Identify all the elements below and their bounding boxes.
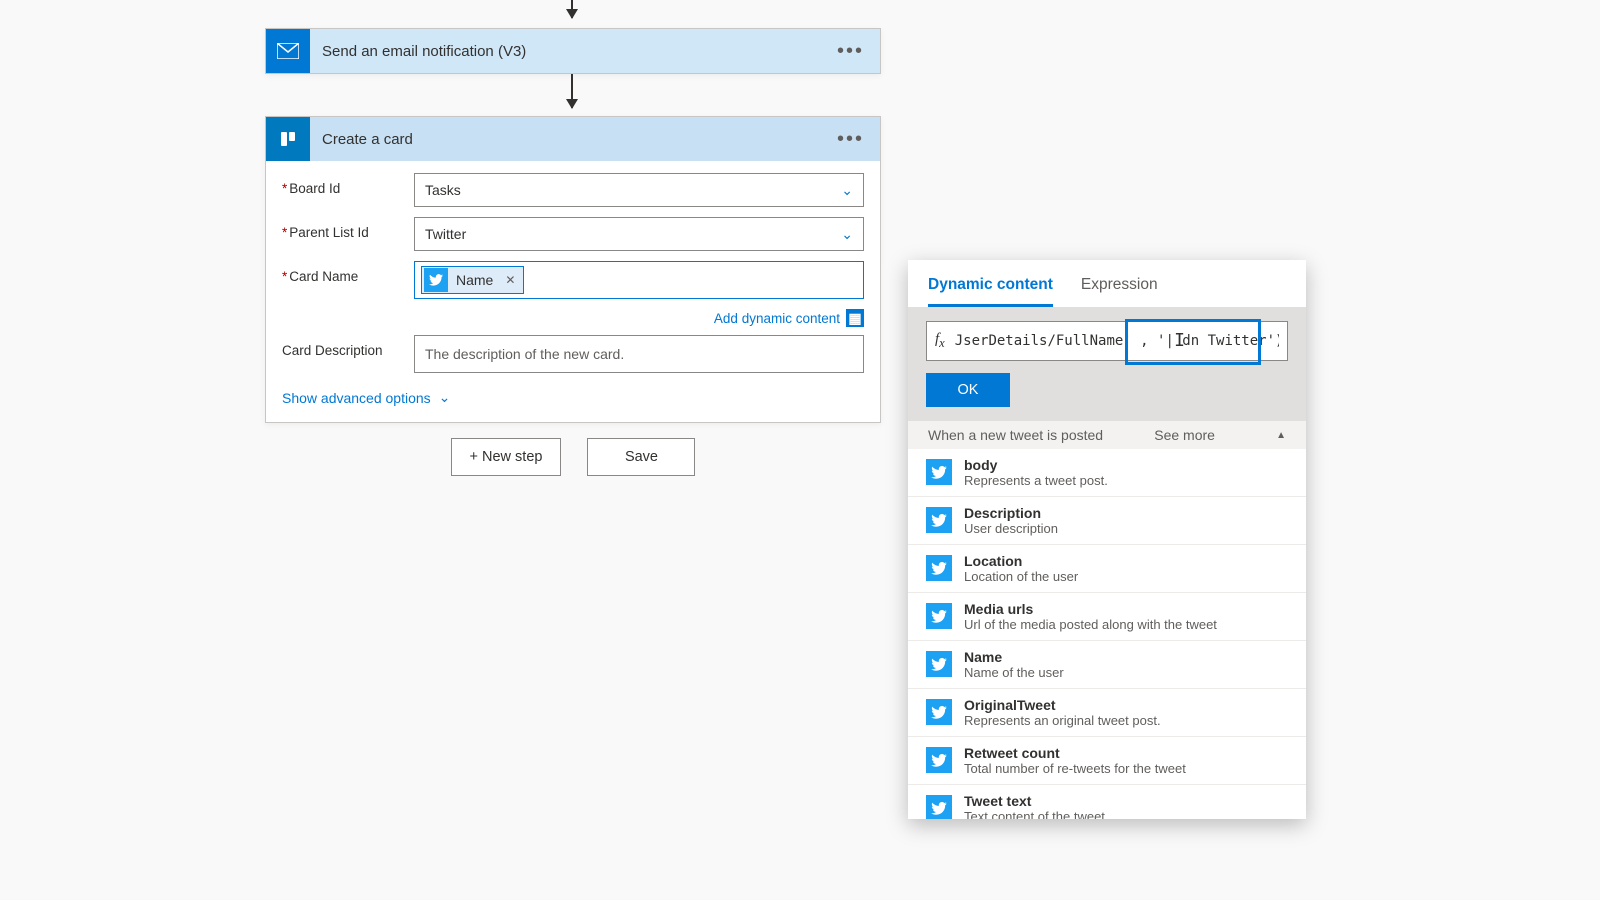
dynamic-item-title: Retweet count [964,745,1186,761]
dynamic-content-item[interactable]: OriginalTweetRepresents an original twee… [908,689,1306,737]
tab-expression[interactable]: Expression [1081,276,1158,307]
dynamic-item-title: Description [964,505,1058,521]
action-email-title: Send an email notification (V3) [322,43,833,60]
action-trello-header[interactable]: Create a card ••• [266,117,880,161]
parent-list-label: *Parent List Id [282,217,414,240]
card-description-placeholder: The description of the new card. [425,346,624,362]
dynamic-item-desc: Represents a tweet post. [964,473,1108,488]
dynamic-item-title: body [964,457,1108,473]
action-trello-more-button[interactable]: ••• [833,128,868,151]
dynamic-item-desc: Total number of re-tweets for the tweet [964,761,1186,776]
twitter-icon [926,459,952,485]
dynamic-item-title: Media urls [964,601,1217,617]
action-email-step[interactable]: Send an email notification (V3) ••• [265,28,881,74]
action-trello-step: Create a card ••• *Board Id Tasks ⌄ *Par… [265,116,881,423]
twitter-icon [424,268,448,292]
card-description-input[interactable]: The description of the new card. [414,335,864,373]
twitter-icon [926,699,952,725]
dynamic-content-popover: Dynamic content Expression fx JserDetail… [908,260,1306,819]
dynamic-content-item[interactable]: DescriptionUser description [908,497,1306,545]
ok-button[interactable]: OK [926,373,1010,407]
dynamic-item-title: OriginalTweet [964,697,1161,713]
add-dynamic-plus-icon[interactable]: ▦ [846,309,864,327]
twitter-icon [926,747,952,773]
flow-arrow-icon [571,74,573,108]
parent-list-value: Twitter [425,226,466,242]
twitter-icon [926,795,952,819]
card-description-label: Card Description [282,335,414,358]
fx-icon: fx [935,331,945,351]
dynamic-content-item[interactable]: LocationLocation of the user [908,545,1306,593]
dynamic-item-title: Tweet text [964,793,1105,809]
dynamic-item-desc: Text content of the tweet [964,809,1105,819]
dynamic-content-item[interactable]: Media urlsUrl of the media posted along … [908,593,1306,641]
dynamic-item-desc: Represents an original tweet post. [964,713,1161,728]
token-label: Name [456,272,493,288]
dynamic-item-desc: Url of the media posted along with the t… [964,617,1217,632]
chevron-down-icon: ⌄ [841,226,853,243]
dynamic-content-item[interactable]: NameName of the user [908,641,1306,689]
dynamic-item-desc: Location of the user [964,569,1078,584]
dynamic-content-item[interactable]: Retweet countTotal number of re-tweets f… [908,737,1306,785]
add-dynamic-content-link[interactable]: Add dynamic content [714,311,840,326]
caret-up-icon[interactable]: ▲ [1276,430,1286,441]
chevron-down-icon: ⌄ [841,182,853,199]
action-trello-title: Create a card [322,131,833,148]
board-id-label: *Board Id [282,173,414,196]
chevron-down-icon: ⌄ [439,389,451,406]
mail-icon [266,29,310,73]
show-advanced-options-link[interactable]: Show advanced options ⌄ [282,389,450,406]
dynamic-content-list[interactable]: bodyRepresents a tweet post.DescriptionU… [908,449,1306,819]
see-more-link[interactable]: See more [1154,427,1215,443]
dynamic-item-desc: Name of the user [964,665,1064,680]
card-name-input[interactable]: Name ✕ [414,261,864,299]
action-email-more-button[interactable]: ••• [833,40,868,63]
tab-dynamic-content[interactable]: Dynamic content [928,276,1053,307]
save-button[interactable]: Save [587,438,695,476]
token-remove-button[interactable]: ✕ [505,273,515,287]
dynamic-item-desc: User description [964,521,1058,536]
dynamic-item-title: Name [964,649,1064,665]
flow-arrow-icon [571,0,573,18]
twitter-icon [926,603,952,629]
dynamic-item-title: Location [964,553,1078,569]
dynamic-content-item[interactable]: bodyRepresents a tweet post. [908,449,1306,497]
expression-input[interactable]: fx JserDetails/FullName' , '| dn Twitter… [926,321,1288,361]
dynamic-content-item[interactable]: Tweet textText content of the tweet [908,785,1306,819]
twitter-icon [926,555,952,581]
twitter-icon [926,507,952,533]
dynamic-token-name[interactable]: Name ✕ [421,266,524,294]
source-header-label: When a new tweet is posted [928,427,1103,443]
board-id-select[interactable]: Tasks ⌄ [414,173,864,207]
parent-list-select[interactable]: Twitter ⌄ [414,217,864,251]
new-step-button[interactable]: + New step [451,438,562,476]
board-id-value: Tasks [425,182,461,198]
expression-text: JserDetails/FullName' , '| dn Twitter') [955,333,1279,349]
trello-icon [266,117,310,161]
card-name-label: *Card Name [282,261,414,284]
twitter-icon [926,651,952,677]
